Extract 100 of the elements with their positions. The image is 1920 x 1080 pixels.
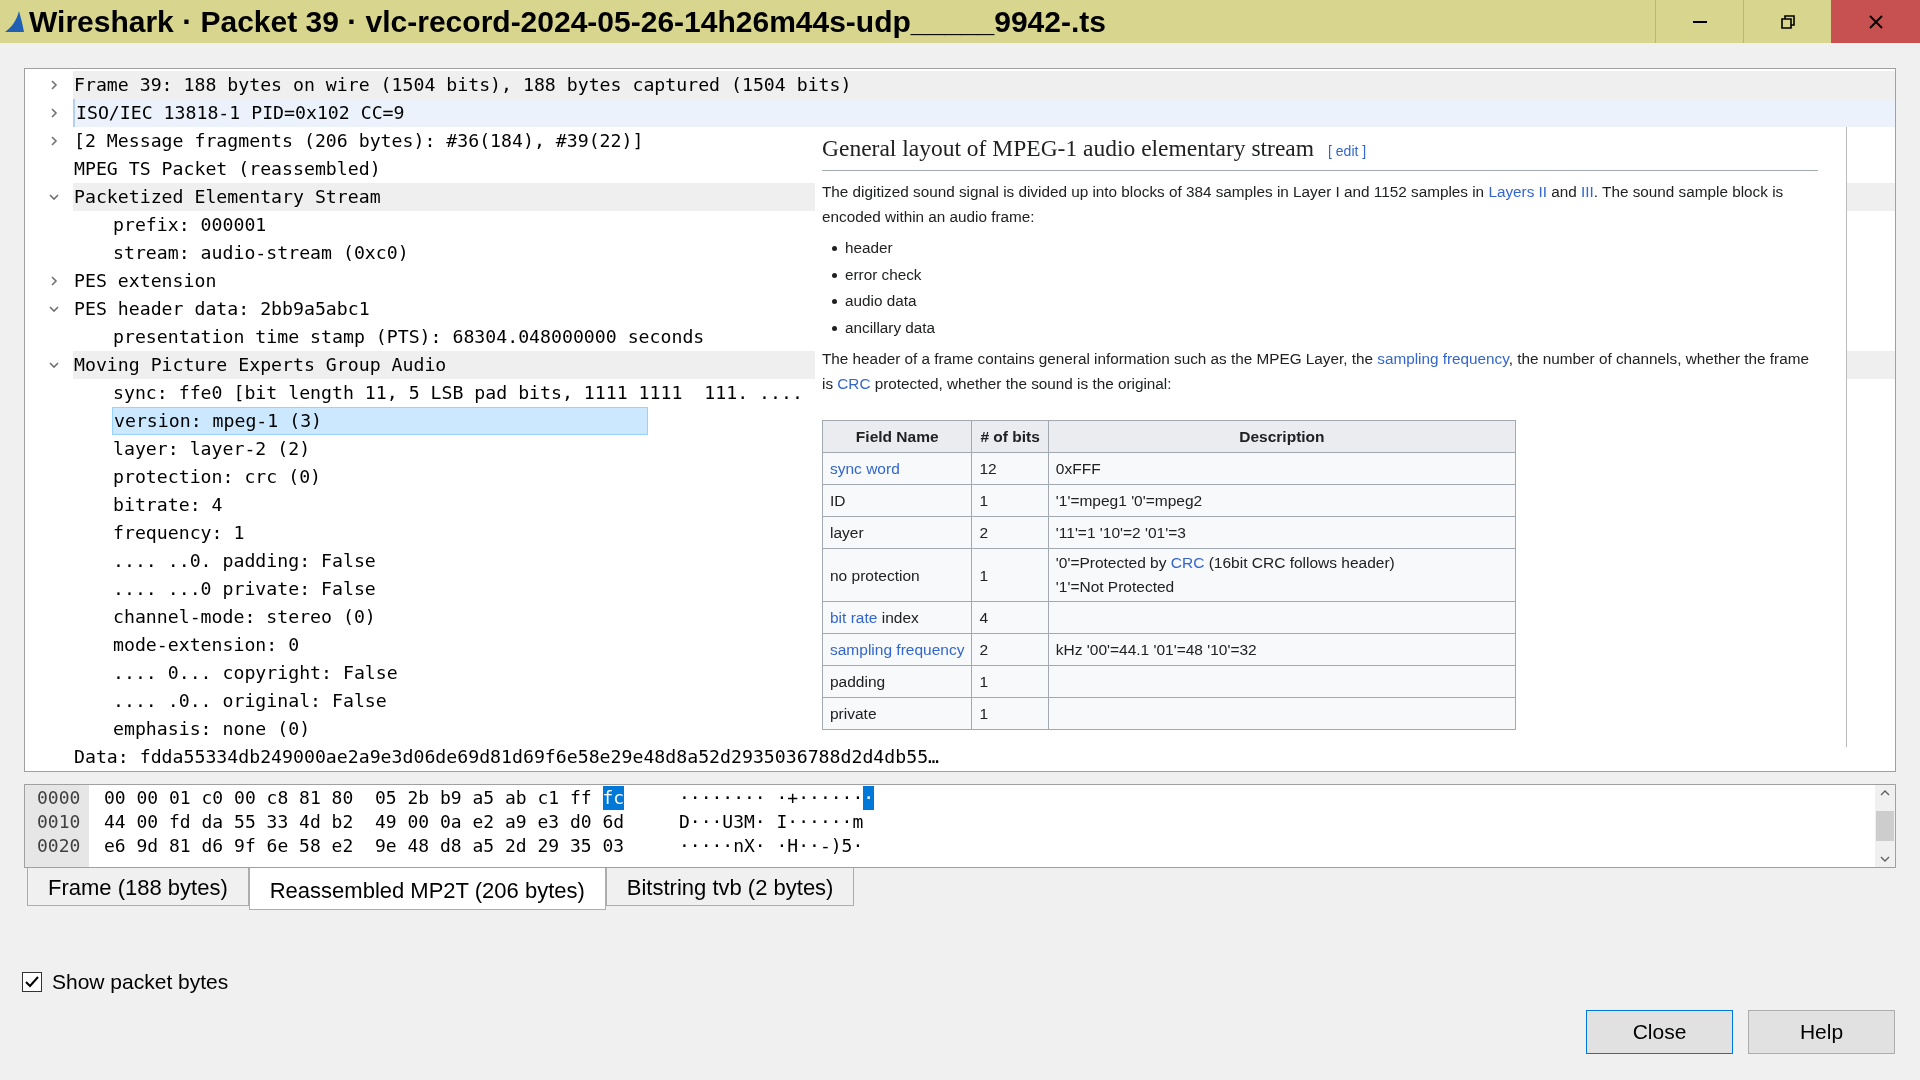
dialog-button[interactable]: Close: [1586, 1009, 1733, 1054]
link[interactable]: Layers II: [1488, 183, 1548, 201]
link[interactable]: sync word: [830, 460, 900, 478]
tree-item[interactable]: emphasis: none (0): [112, 715, 311, 743]
ascii-text: ·: [863, 786, 875, 810]
table-cell: 2: [971, 633, 1049, 666]
column-header: Description: [1048, 420, 1516, 453]
bullet-text: header: [845, 238, 893, 259]
table-cell-text: '1'=mpeg1 '0'=mpeg2: [1055, 490, 1203, 511]
chevron-right-icon[interactable]: [48, 275, 60, 287]
tree-item[interactable]: .... ..0. padding: False: [112, 547, 376, 575]
tab[interactable]: Reassembled MP2T (206 bytes): [248, 868, 606, 910]
ascii-text: D···U3M· I······m: [679, 810, 864, 834]
tree-item[interactable]: Data: fdda55334db249000ae2a9e3d06de69d81d69f6e58e29e48d8a52d2935036788d2d4db55…: [73, 743, 940, 771]
chevron-down-icon[interactable]: [48, 191, 60, 203]
table-cell: private: [822, 697, 972, 730]
tree-item[interactable]: prefix: 000001: [112, 211, 267, 239]
chevron-right-icon[interactable]: [48, 135, 60, 147]
checkbox-label: Show packet bytes: [52, 969, 229, 995]
paragraph: The digitized sound signal is divided up into blocks of 384 samples in Layer I and 1152 samples in Layers II and III. The sound sample block is encoded within an audio frame:: [822, 182, 1785, 228]
tree-item[interactable]: .... .0.. original: False: [112, 687, 387, 715]
offset-label: 0000: [36, 786, 81, 810]
bullet-text: audio data: [845, 291, 917, 312]
table-cell: 1: [971, 697, 1049, 730]
link[interactable]: CRC: [1170, 554, 1205, 572]
tree-item[interactable]: version: mpeg-1 (3): [112, 407, 648, 435]
table-cell: layer: [822, 516, 972, 549]
table-cell: ID: [822, 484, 972, 517]
window-title: Wireshark · Packet 39 · vlc-record-2024-05-26-14h26m44s-udp_____9942-.ts: [29, 4, 1107, 40]
offset-label: 0010: [36, 810, 81, 834]
tree-item[interactable]: .... 0... copyright: False: [112, 659, 398, 687]
bullet-icon: [832, 299, 837, 304]
tree-item[interactable]: ISO/IEC 13818-1 PID=0x102 CC=9: [75, 99, 405, 127]
tree-item[interactable]: protection: crc (0): [112, 463, 322, 491]
table-cell: 12: [971, 452, 1049, 485]
column-header: Field Name: [822, 420, 972, 453]
tree-item[interactable]: PES header data: 2bb9a5abc1: [73, 295, 370, 323]
bullet-text: error check: [845, 264, 922, 285]
tree-item[interactable]: PES extension: [73, 267, 217, 295]
dialog-button[interactable]: Help: [1748, 1009, 1895, 1054]
chevron-down-icon[interactable]: [1880, 855, 1890, 863]
hex-bytes: 00 00 01 c0 00 c8 81 80 05 2b b9 a5 ab c1 ff: [104, 786, 593, 810]
checkbox[interactable]: [22, 971, 42, 992]
tree-item[interactable]: channel-mode: stereo (0): [112, 603, 376, 631]
table-cell-text: '11'=1 '10'=2 '01'=3: [1055, 522, 1186, 543]
tree-item[interactable]: MPEG TS Packet (reassembled): [73, 155, 381, 183]
table-cell-text: kHz '00'=44.1 '01'=48 '10'=32: [1055, 639, 1257, 660]
scrollbar[interactable]: [1875, 785, 1895, 867]
table-cell-text: '1'=Not Protected: [1055, 577, 1175, 598]
table-cell: 2: [971, 516, 1049, 549]
table-cell: 4: [971, 601, 1049, 634]
chevron-right-icon[interactable]: [48, 79, 60, 91]
table-cell: padding: [822, 665, 972, 698]
restore-icon: [1780, 14, 1795, 29]
hex-bytes: e6 9d 81 d6 9f 6e 58 e2 9e 48 d8 a5 2d 29 35 03: [104, 834, 625, 858]
tab[interactable]: Bitstring tvb (2 bytes): [605, 868, 855, 906]
tree-item[interactable]: Moving Picture Experts Group Audio: [73, 351, 447, 379]
table-cell: 1: [971, 484, 1049, 517]
tree-item[interactable]: bitrate: 4: [112, 491, 223, 519]
section-heading: General layout of MPEG-1 audio elementary stream: [822, 134, 1315, 163]
checkmark-icon: [25, 975, 39, 988]
link[interactable]: sampling frequency: [830, 641, 965, 659]
ascii-text: ········ ·+······: [679, 786, 864, 810]
tree-item[interactable]: stream: audio-stream (0xc0): [112, 239, 409, 267]
tree-item[interactable]: presentation time stamp (PTS): 68304.048000000 seconds: [112, 323, 705, 351]
table-cell-text: 0xFFF: [1055, 458, 1101, 479]
table-cell: bit rate index: [822, 601, 972, 634]
minimize-icon: [1692, 20, 1707, 23]
bullet-icon: [832, 246, 837, 251]
tree-item[interactable]: frequency: 1: [112, 519, 245, 547]
edit-link[interactable]: [ edit ]: [1328, 141, 1367, 162]
hex-bytes: fc: [602, 786, 625, 810]
tree-item[interactable]: .... ...0 private: False: [112, 575, 376, 603]
bullet-icon: [832, 325, 837, 331]
chevron-right-icon[interactable]: [48, 107, 60, 119]
link[interactable]: bit rate: [830, 609, 878, 627]
column-header: # of bits: [971, 420, 1049, 453]
table-cell-text: '0'=Protected by CRC (16bit CRC follows header): [1055, 553, 1395, 574]
tree-item[interactable]: Packetized Elementary Stream: [73, 183, 381, 211]
tree-item[interactable]: [2 Message fragments (206 bytes): #36(184), #39(22)]: [73, 127, 644, 155]
hex-bytes: 44 00 fd da 55 33 4d b2 49 00 0a e2 a9 e3 d0 6d: [104, 810, 625, 834]
bullet-text: ancillary data: [845, 317, 936, 338]
link[interactable]: III: [1581, 183, 1594, 201]
link[interactable]: CRC: [837, 375, 871, 393]
link[interactable]: sampling frequency: [1377, 350, 1509, 368]
tree-item[interactable]: mode-extension: 0: [112, 631, 300, 659]
shark-fin-icon: [3, 9, 25, 34]
bullet-icon: [832, 272, 837, 278]
chevron-down-icon[interactable]: [48, 303, 60, 315]
tree-item[interactable]: layer: layer-2 (2): [112, 435, 311, 463]
ascii-text: ·····nX· ·H··-)5·: [679, 834, 864, 858]
chevron-down-icon[interactable]: [48, 359, 60, 371]
tab[interactable]: Frame (188 bytes): [27, 868, 249, 906]
tree-item[interactable]: sync: ffe0 [bit length 11, 5 LSB pad bits, 1111 1111 111. ....: [112, 379, 803, 407]
close-icon: [1868, 14, 1883, 29]
scrollbar-thumb[interactable]: [1876, 811, 1894, 841]
table-cell: no protection: [822, 548, 972, 602]
chevron-up-icon[interactable]: [1880, 789, 1890, 797]
table-cell: 1: [971, 548, 1049, 602]
paragraph: The header of a frame contains general information such as the MPEG Layer, the sampling frequency, the number of channels, whether the frame is CRC protected, whether the sound is the original:: [822, 349, 1810, 395]
